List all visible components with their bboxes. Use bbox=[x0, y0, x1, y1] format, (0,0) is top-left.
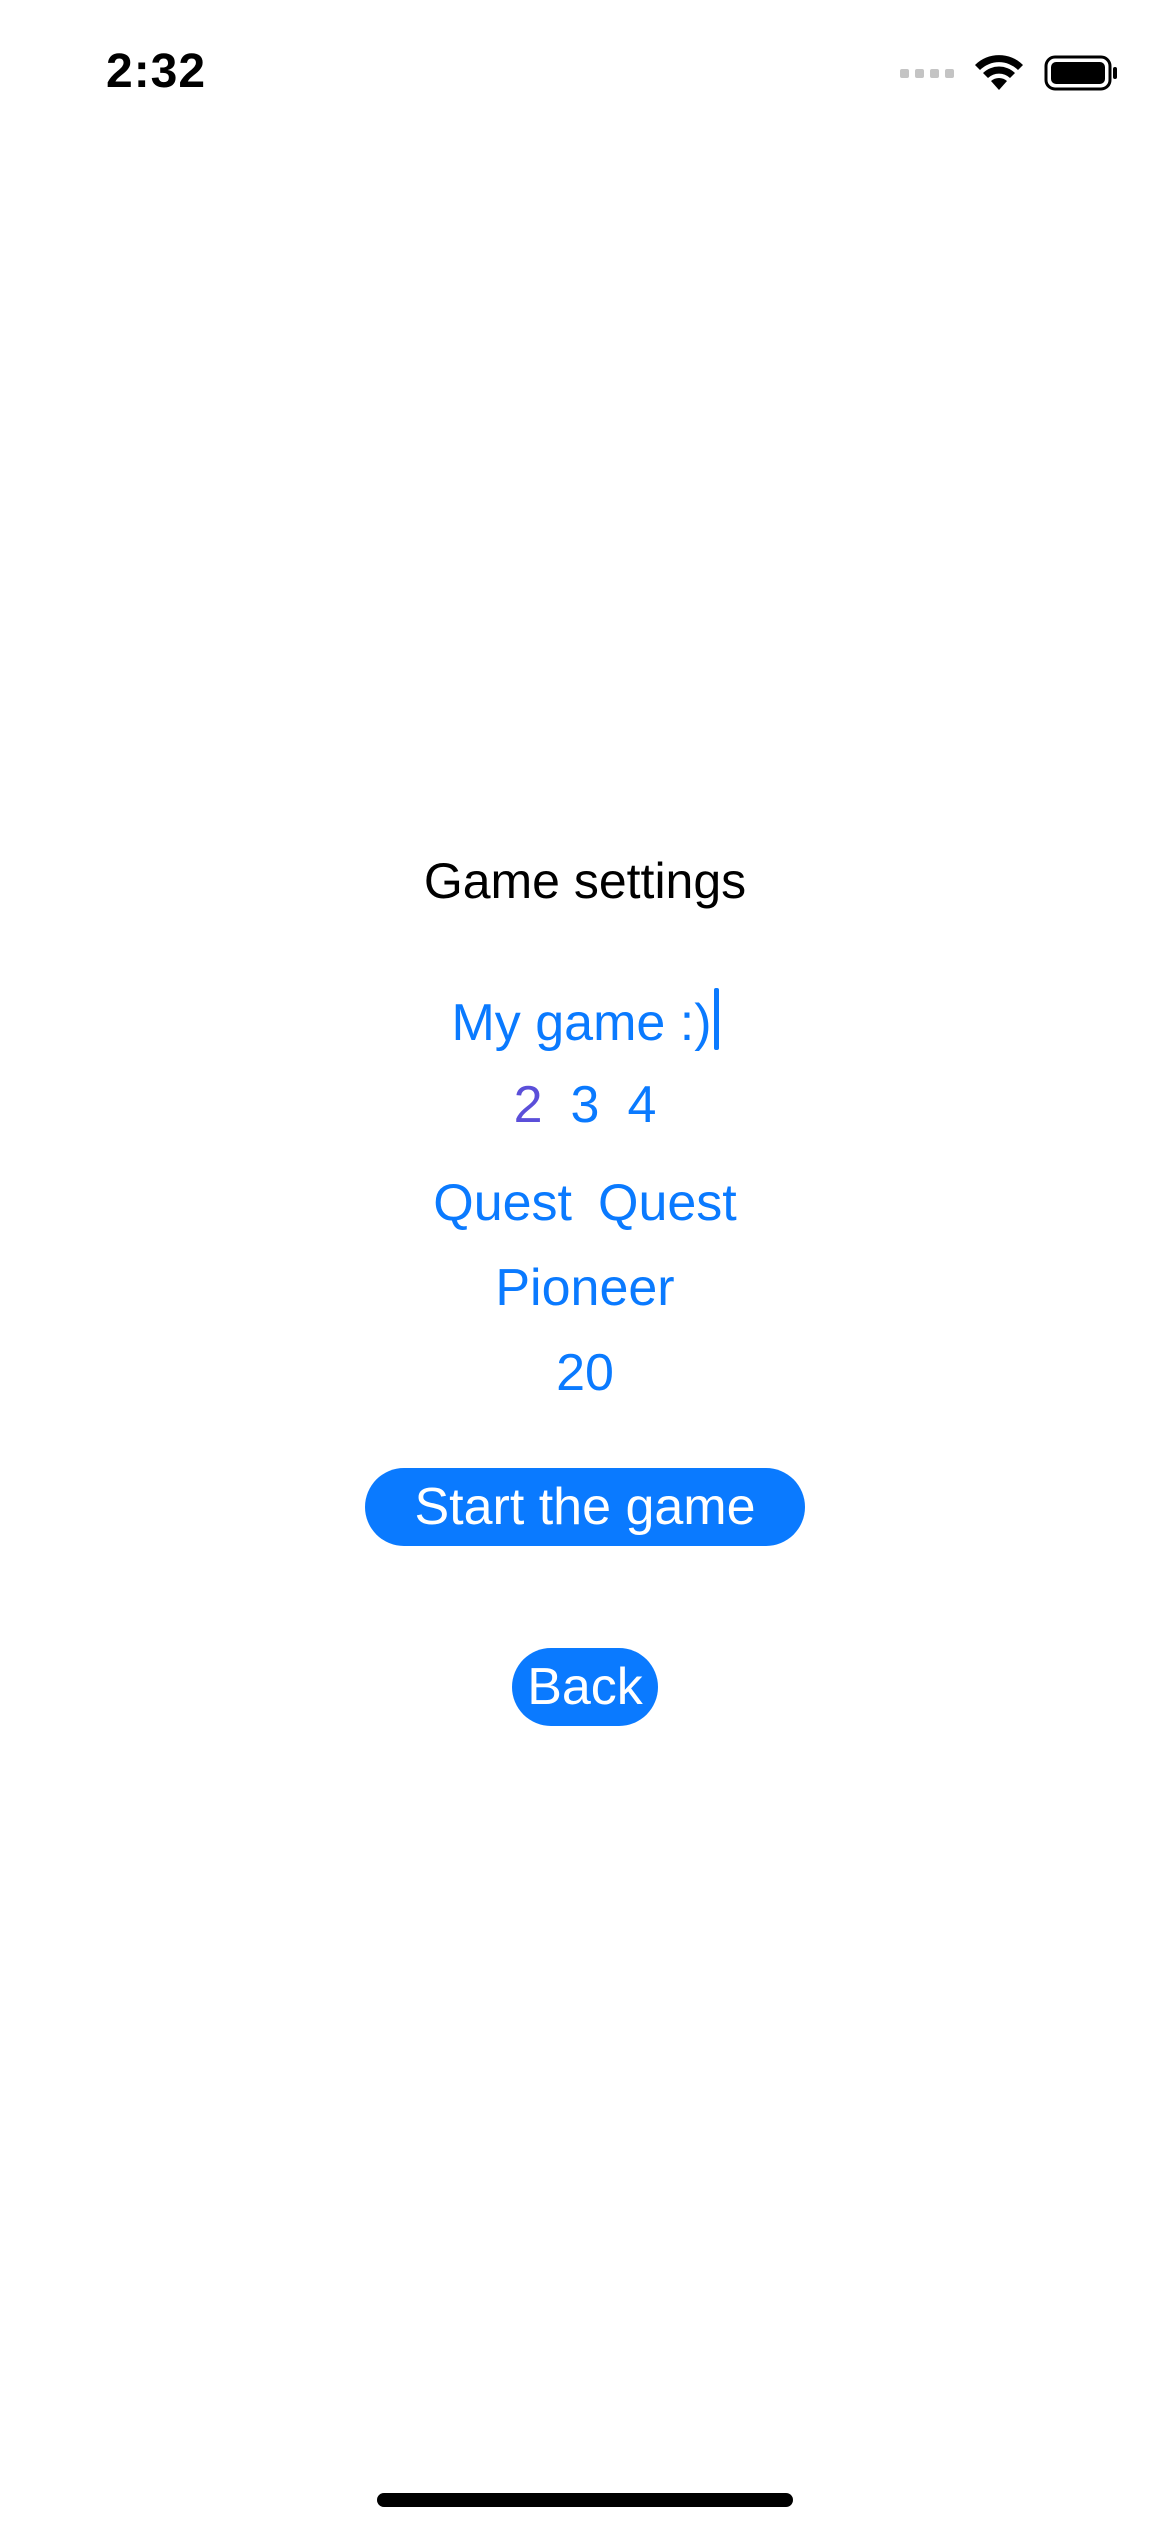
player-option-3[interactable]: 3 bbox=[571, 1075, 600, 1135]
player-option-2[interactable]: 2 bbox=[514, 1075, 543, 1135]
player-count-selector: 2 3 4 bbox=[0, 1075, 1170, 1135]
role-option[interactable]: Quest bbox=[433, 1173, 572, 1233]
game-type-selector[interactable]: Pioneer bbox=[0, 1258, 1170, 1318]
home-indicator[interactable] bbox=[377, 2493, 793, 2507]
role-option[interactable]: Quest bbox=[598, 1173, 737, 1233]
status-icons bbox=[900, 54, 1118, 92]
start-game-button[interactable]: Start the game bbox=[365, 1468, 805, 1546]
game-name-input[interactable]: My game :) bbox=[0, 988, 1170, 1053]
game-name-value: My game :) bbox=[451, 994, 712, 1052]
text-cursor bbox=[713, 988, 719, 1050]
signal-icon bbox=[900, 68, 954, 78]
back-label: Back bbox=[527, 1658, 643, 1716]
battery-icon bbox=[1044, 55, 1118, 91]
wifi-icon bbox=[974, 54, 1024, 92]
count-selector[interactable]: 20 bbox=[0, 1343, 1170, 1403]
start-game-label: Start the game bbox=[414, 1478, 756, 1536]
status-time: 2:32 bbox=[106, 45, 207, 98]
role-selector: Quest Quest bbox=[0, 1173, 1170, 1233]
player-option-4[interactable]: 4 bbox=[627, 1075, 656, 1135]
page-title: Game settings bbox=[423, 853, 747, 909]
back-button[interactable]: Back bbox=[512, 1648, 658, 1726]
